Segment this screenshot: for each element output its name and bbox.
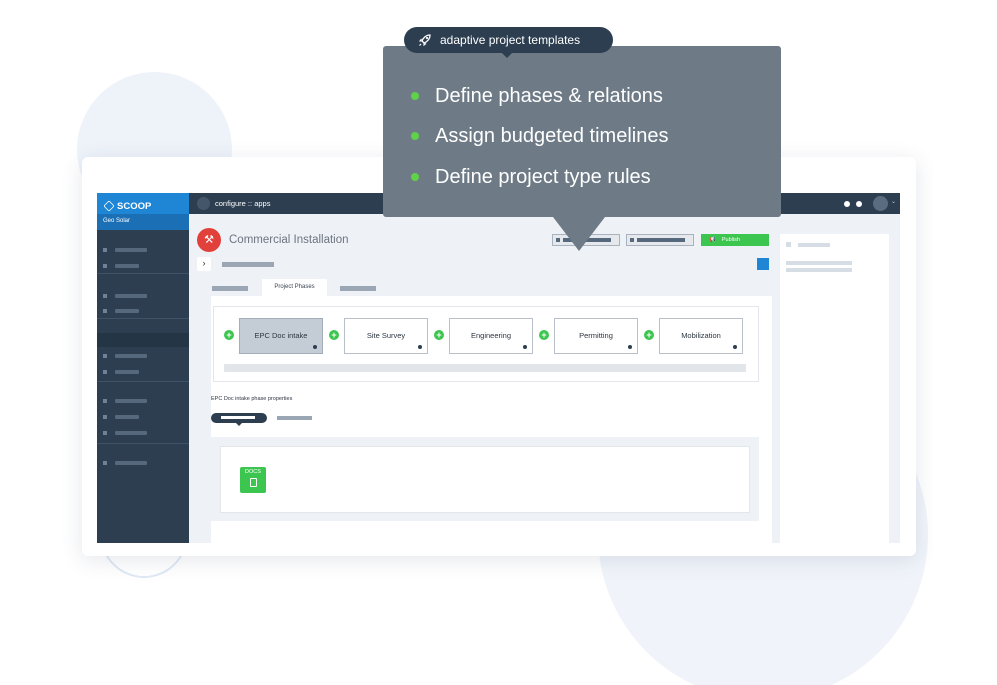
document-icon (249, 478, 257, 487)
add-phase-button[interactable]: + (644, 330, 654, 340)
phase-card[interactable]: Engineering (449, 318, 533, 354)
sidebar-item[interactable] (103, 460, 173, 466)
bullet-icon (411, 92, 419, 100)
tooltip-item: Assign budgeted timelines (411, 123, 668, 149)
timeline-bar (224, 364, 746, 372)
add-phase-button[interactable]: + (434, 330, 444, 340)
app-window: SCOOP Geo Solar configure :: apps ⌄ ⚒ Co… (97, 193, 900, 543)
sidebar-item[interactable] (103, 353, 173, 359)
docs-label: DOCS (245, 469, 261, 475)
notification-dot-icon[interactable] (856, 201, 862, 207)
phase-flow: + EPC Doc intake + Site Survey + Enginee… (213, 306, 759, 382)
publish-button[interactable]: 📢 Publish (701, 234, 769, 246)
phase-card[interactable]: Permitting (554, 318, 638, 354)
nav-divider (97, 381, 189, 382)
add-phase-button[interactable]: + (329, 330, 339, 340)
tab-placeholder[interactable] (340, 286, 376, 291)
panel-heading-placeholder (798, 243, 830, 247)
tooltip-item: Define project type rules (411, 164, 651, 190)
action-button[interactable] (757, 258, 769, 270)
badge-label: adaptive project templates (440, 33, 581, 47)
add-phase-button[interactable]: + (539, 330, 549, 340)
nav-divider (97, 318, 189, 319)
org-name[interactable]: Geo Solar (97, 214, 189, 230)
sidebar: SCOOP Geo Solar (97, 193, 189, 543)
phase-label: Site Survey (366, 331, 406, 340)
bullet-icon (411, 132, 419, 140)
megaphone-icon: 📢 (709, 237, 716, 243)
phase-card[interactable]: EPC Doc intake (239, 318, 323, 354)
nav-divider (97, 443, 189, 444)
project-type-icon: ⚒ (197, 228, 221, 252)
docs-icon[interactable]: DOCS (240, 467, 266, 493)
sidebar-item[interactable] (103, 293, 173, 299)
subtitle-placeholder (222, 262, 274, 267)
panel-text-placeholder (786, 268, 852, 272)
right-panel (780, 234, 889, 543)
tooltip-item: Define phases & relations (411, 83, 663, 109)
panel-text-placeholder (786, 261, 852, 265)
properties-content: DOCS (211, 437, 759, 521)
notification-dot-icon[interactable] (844, 201, 850, 207)
tooltip-pointer (553, 217, 605, 251)
brand-name: SCOOP (117, 200, 152, 212)
sidebar-item[interactable] (103, 369, 173, 375)
bullet-icon (411, 173, 419, 181)
scoop-logo-icon (103, 200, 115, 212)
phase-card[interactable]: Site Survey (344, 318, 428, 354)
sidebar-item[interactable] (103, 430, 173, 436)
phase-label: Engineering (470, 331, 512, 340)
add-phase-button[interactable]: + (224, 330, 234, 340)
nav-divider (97, 273, 189, 274)
phase-label: EPC Doc intake (254, 331, 308, 340)
sidebar-item[interactable] (103, 308, 173, 314)
sidebar-item[interactable] (103, 414, 173, 420)
chevron-down-icon[interactable]: ⌄ (891, 198, 896, 205)
promo-stage: SCOOP Geo Solar configure :: apps ⌄ ⚒ Co… (0, 0, 997, 685)
nav-section (97, 333, 189, 347)
phases-panel: + EPC Doc intake + Site Survey + Enginee… (211, 296, 772, 543)
rocket-icon (418, 34, 431, 47)
tab-project-phases[interactable]: Project Phases (262, 279, 327, 296)
tab-placeholder[interactable] (212, 286, 248, 291)
toolbar-button[interactable] (626, 234, 694, 246)
badge-pointer (501, 52, 513, 58)
avatar[interactable] (873, 196, 888, 211)
breadcrumb[interactable]: configure :: apps (215, 199, 270, 208)
phase-card[interactable]: Mobilization (659, 318, 743, 354)
properties-tab[interactable] (277, 416, 312, 420)
phase-label: Permitting (579, 331, 613, 340)
sidebar-item[interactable] (103, 398, 173, 404)
sidebar-item[interactable] (103, 263, 173, 269)
brand-logo[interactable]: SCOOP (97, 193, 189, 214)
phase-label: Mobilization (681, 331, 721, 340)
main-content: ⚒ Commercial Installation 📢 Publish › Pr… (189, 214, 772, 543)
sidebar-item[interactable] (103, 247, 173, 253)
properties-tab-active[interactable] (211, 413, 267, 426)
publish-label: Publish (721, 237, 740, 243)
panel-icon (786, 242, 791, 247)
phase-properties-label: EPC Doc intake phase properties (211, 396, 293, 402)
app-switcher-icon[interactable] (197, 197, 210, 210)
expand-button[interactable]: › (197, 257, 211, 271)
page-title: Commercial Installation (229, 234, 349, 246)
feature-badge: adaptive project templates (404, 27, 613, 58)
feature-tooltip: Define phases & relations Assign budgete… (383, 46, 781, 251)
properties-card: DOCS (220, 446, 750, 513)
